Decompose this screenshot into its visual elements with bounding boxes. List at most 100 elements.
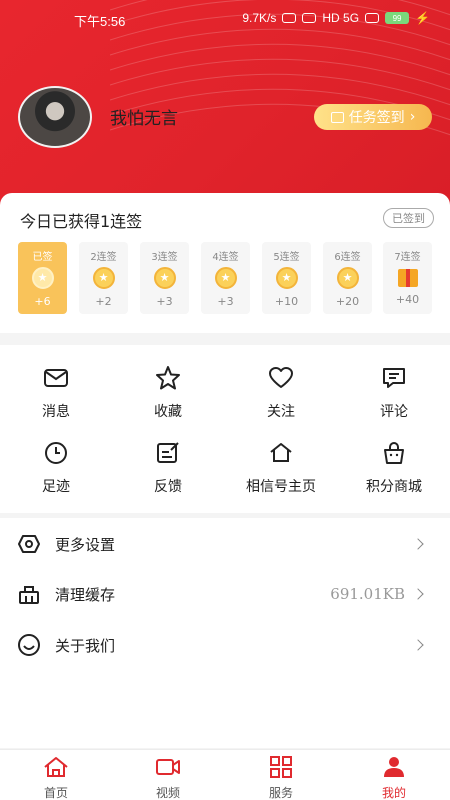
heart-icon [269, 367, 293, 388]
wifi-icon [365, 13, 380, 23]
home-icon [270, 443, 292, 462]
coin-icon [31, 267, 54, 289]
settings-icon [18, 535, 40, 553]
nav-video[interactable]: 视频 [112, 756, 224, 800]
chevron-right-icon [412, 639, 424, 651]
user-icon [384, 757, 404, 777]
list-item-about-us[interactable]: 关于我们 [0, 619, 450, 671]
nav-label: 我的 [381, 786, 406, 800]
grid-item-label: 相信号主页 [246, 479, 316, 495]
list-item-label: 关于我们 [55, 636, 116, 655]
chevron-right-icon [412, 538, 424, 550]
bottom-nav: 首页 视频 服务 我的 [0, 749, 450, 800]
checkin-day-label: 已签 [32, 252, 53, 263]
checkin-day[interactable]: 7连签 +40 [383, 242, 432, 314]
grid-item-homepage[interactable]: 相信号主页 [225, 440, 337, 496]
charging-icon: ⚡ [415, 11, 430, 25]
coin-icon [275, 267, 298, 289]
grid-item-history[interactable]: 足迹 [0, 440, 112, 496]
checkin-day-label: 7连签 [394, 252, 421, 263]
battery-icon: 99 [385, 12, 410, 24]
profile-header: 下午5:56 9.7K/s HD 5G 99 ⚡ 我怕无言 任务签到 › [0, 0, 450, 215]
clock-icon [45, 442, 67, 464]
vibrate-icon [302, 13, 317, 23]
status-network-label: HD 5G [322, 11, 360, 25]
task-checkin-label: 任务签到 [348, 110, 405, 126]
checkin-day[interactable]: 5连签 +10 [262, 242, 311, 314]
checkin-day-points: +3 [156, 295, 173, 308]
feature-grid: 消息 收藏 关注 评论 足迹 反馈 相信号主页 积分商城 [0, 345, 450, 513]
grid-item-label: 收藏 [154, 404, 182, 420]
chevron-right-icon: › [409, 109, 416, 125]
gift-icon [397, 269, 418, 287]
home-icon [44, 757, 68, 777]
chevron-right-icon [412, 588, 424, 600]
checkin-card: 今日已获得1连签 已签到 已签 +6 2连签 +2 3连签 +3 4连签 +3 … [0, 193, 450, 333]
grid-item-comments[interactable]: 评论 [338, 365, 450, 421]
grid-item-points-mall[interactable]: 积分商城 [338, 440, 450, 496]
comment-icon [383, 368, 405, 388]
checkin-day[interactable]: 3连签 +3 [140, 242, 189, 314]
checkin-day[interactable]: 2连签 +2 [79, 242, 128, 314]
checkin-day-points: +2 [95, 295, 112, 308]
checkin-day-label: 4连签 [212, 252, 239, 263]
coin-icon [214, 267, 237, 289]
avatar[interactable] [18, 86, 92, 148]
list-item-clear-cache[interactable]: 清理缓存 691.01KB [0, 568, 450, 620]
checkin-day-label: 6连签 [334, 252, 361, 263]
checkin-day-label: 3连签 [151, 252, 178, 263]
status-bar: 下午5:56 9.7K/s HD 5G 99 ⚡ [0, 8, 450, 32]
grid-item-label: 消息 [42, 404, 70, 420]
envelope-icon [44, 369, 68, 387]
feedback-icon [157, 442, 179, 463]
grid-item-label: 关注 [267, 404, 295, 420]
broom-icon [19, 586, 39, 604]
list-item-label: 清理缓存 [55, 585, 116, 604]
cache-size-value: 691.01KB [330, 585, 405, 603]
checkin-day-points: +10 [274, 295, 299, 308]
list-item-more-settings[interactable]: 更多设置 [0, 518, 450, 570]
checkin-day-label: 5连签 [273, 252, 300, 263]
bluetooth-icon [282, 13, 297, 23]
grid-item-feedback[interactable]: 反馈 [112, 440, 224, 496]
nav-label: 首页 [43, 786, 68, 800]
star-icon [156, 366, 180, 390]
grid-icon [270, 756, 292, 778]
calendar-icon [330, 111, 344, 123]
nav-services[interactable]: 服务 [225, 756, 337, 800]
checkin-day-points: +20 [335, 295, 360, 308]
checkin-day[interactable]: 4连签 +3 [201, 242, 250, 314]
checkin-day-points: +3 [217, 295, 234, 308]
grid-item-favorites[interactable]: 收藏 [112, 365, 224, 421]
signed-badge: 已签到 [383, 208, 434, 228]
shopping-bag-icon [384, 442, 404, 464]
video-icon [156, 759, 180, 775]
nav-label: 服务 [268, 786, 293, 800]
status-time: 下午5:56 [74, 14, 126, 29]
grid-item-label: 评论 [380, 404, 408, 420]
grid-item-messages[interactable]: 消息 [0, 365, 112, 421]
checkin-day-label: 2连签 [90, 252, 117, 263]
grid-item-label: 积分商城 [366, 479, 422, 495]
coin-icon [153, 267, 176, 289]
checkin-day[interactable]: 6连签 +20 [323, 242, 372, 314]
checkin-day-points: +6 [34, 295, 51, 308]
grid-item-label: 反馈 [154, 479, 182, 495]
checkin-day-points: +40 [395, 293, 420, 306]
coin-icon [92, 267, 115, 289]
nav-me[interactable]: 我的 [338, 756, 450, 800]
nav-home[interactable]: 首页 [0, 756, 112, 800]
nav-label: 视频 [155, 786, 180, 800]
task-checkin-button[interactable]: 任务签到 › [314, 104, 432, 130]
checkin-day[interactable]: 已签 +6 [18, 242, 67, 314]
username[interactable]: 我怕无言 [110, 104, 178, 129]
checkin-title: 今日已获得1连签 [20, 212, 143, 231]
checkin-days: 已签 +6 2连签 +2 3连签 +3 4连签 +3 5连签 +10 6连签 +… [18, 242, 432, 314]
settings-list: 更多设置 清理缓存 691.01KB 关于我们 [0, 518, 450, 748]
list-item-label: 更多设置 [55, 535, 116, 554]
smile-icon [18, 634, 40, 656]
grid-item-following[interactable]: 关注 [225, 365, 337, 421]
coin-icon [336, 267, 359, 289]
grid-item-label: 足迹 [42, 479, 70, 495]
status-net-speed: 9.7K/s [242, 11, 277, 25]
